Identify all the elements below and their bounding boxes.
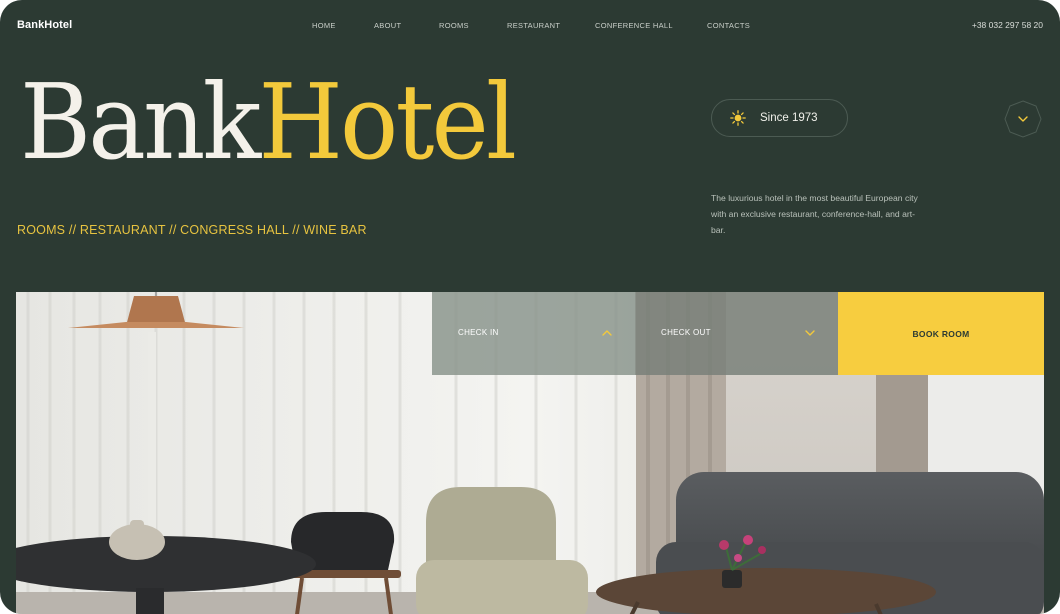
hero-description: The luxurious hotel in the most beautifu…: [711, 193, 918, 235]
book-room-button[interactable]: BOOK ROOM: [838, 292, 1044, 375]
logo-hotel: Hotel: [258, 61, 516, 183]
check-in-field[interactable]: CHECK IN: [432, 292, 635, 375]
page-frame: BankHotel HOME ABOUT ROOMS RESTAURANT CO…: [0, 0, 1060, 614]
hero-logo: BankHotel: [20, 70, 517, 174]
since-text: Since 1973: [760, 112, 818, 124]
chevron-down-icon: [1018, 116, 1028, 122]
since-badge: Since 1973: [711, 99, 848, 137]
nav-restaurant[interactable]: RESTAURANT: [507, 21, 560, 30]
check-out-field[interactable]: CHECK OUT: [635, 292, 838, 375]
logo-bank: Bank: [20, 61, 261, 183]
nav-home[interactable]: HOME: [312, 21, 336, 30]
check-in-label: CHECK IN: [458, 328, 499, 337]
nav-conference-hall[interactable]: CONFERENCE HALL: [595, 21, 673, 30]
scroll-down-button[interactable]: [1004, 100, 1042, 138]
nav-contacts[interactable]: CONTACTS: [707, 21, 750, 30]
chevron-up-icon: [602, 330, 612, 336]
chevron-down-icon: [805, 330, 815, 336]
phone-number[interactable]: +38 032 297 58 20: [972, 20, 1043, 30]
booking-bar: CHECK IN CHECK OUT BOOK ROOM: [432, 292, 1044, 375]
hero-tagline: ROOMS // RESTAURANT // CONGRESS HALL // …: [17, 223, 367, 237]
nav-about[interactable]: ABOUT: [374, 21, 401, 30]
check-out-label: CHECK OUT: [661, 328, 711, 337]
main-nav: HOME ABOUT ROOMS RESTAURANT CONFERENCE H…: [0, 21, 1060, 33]
nav-rooms[interactable]: ROOMS: [439, 21, 469, 30]
sun-icon: [730, 110, 746, 126]
